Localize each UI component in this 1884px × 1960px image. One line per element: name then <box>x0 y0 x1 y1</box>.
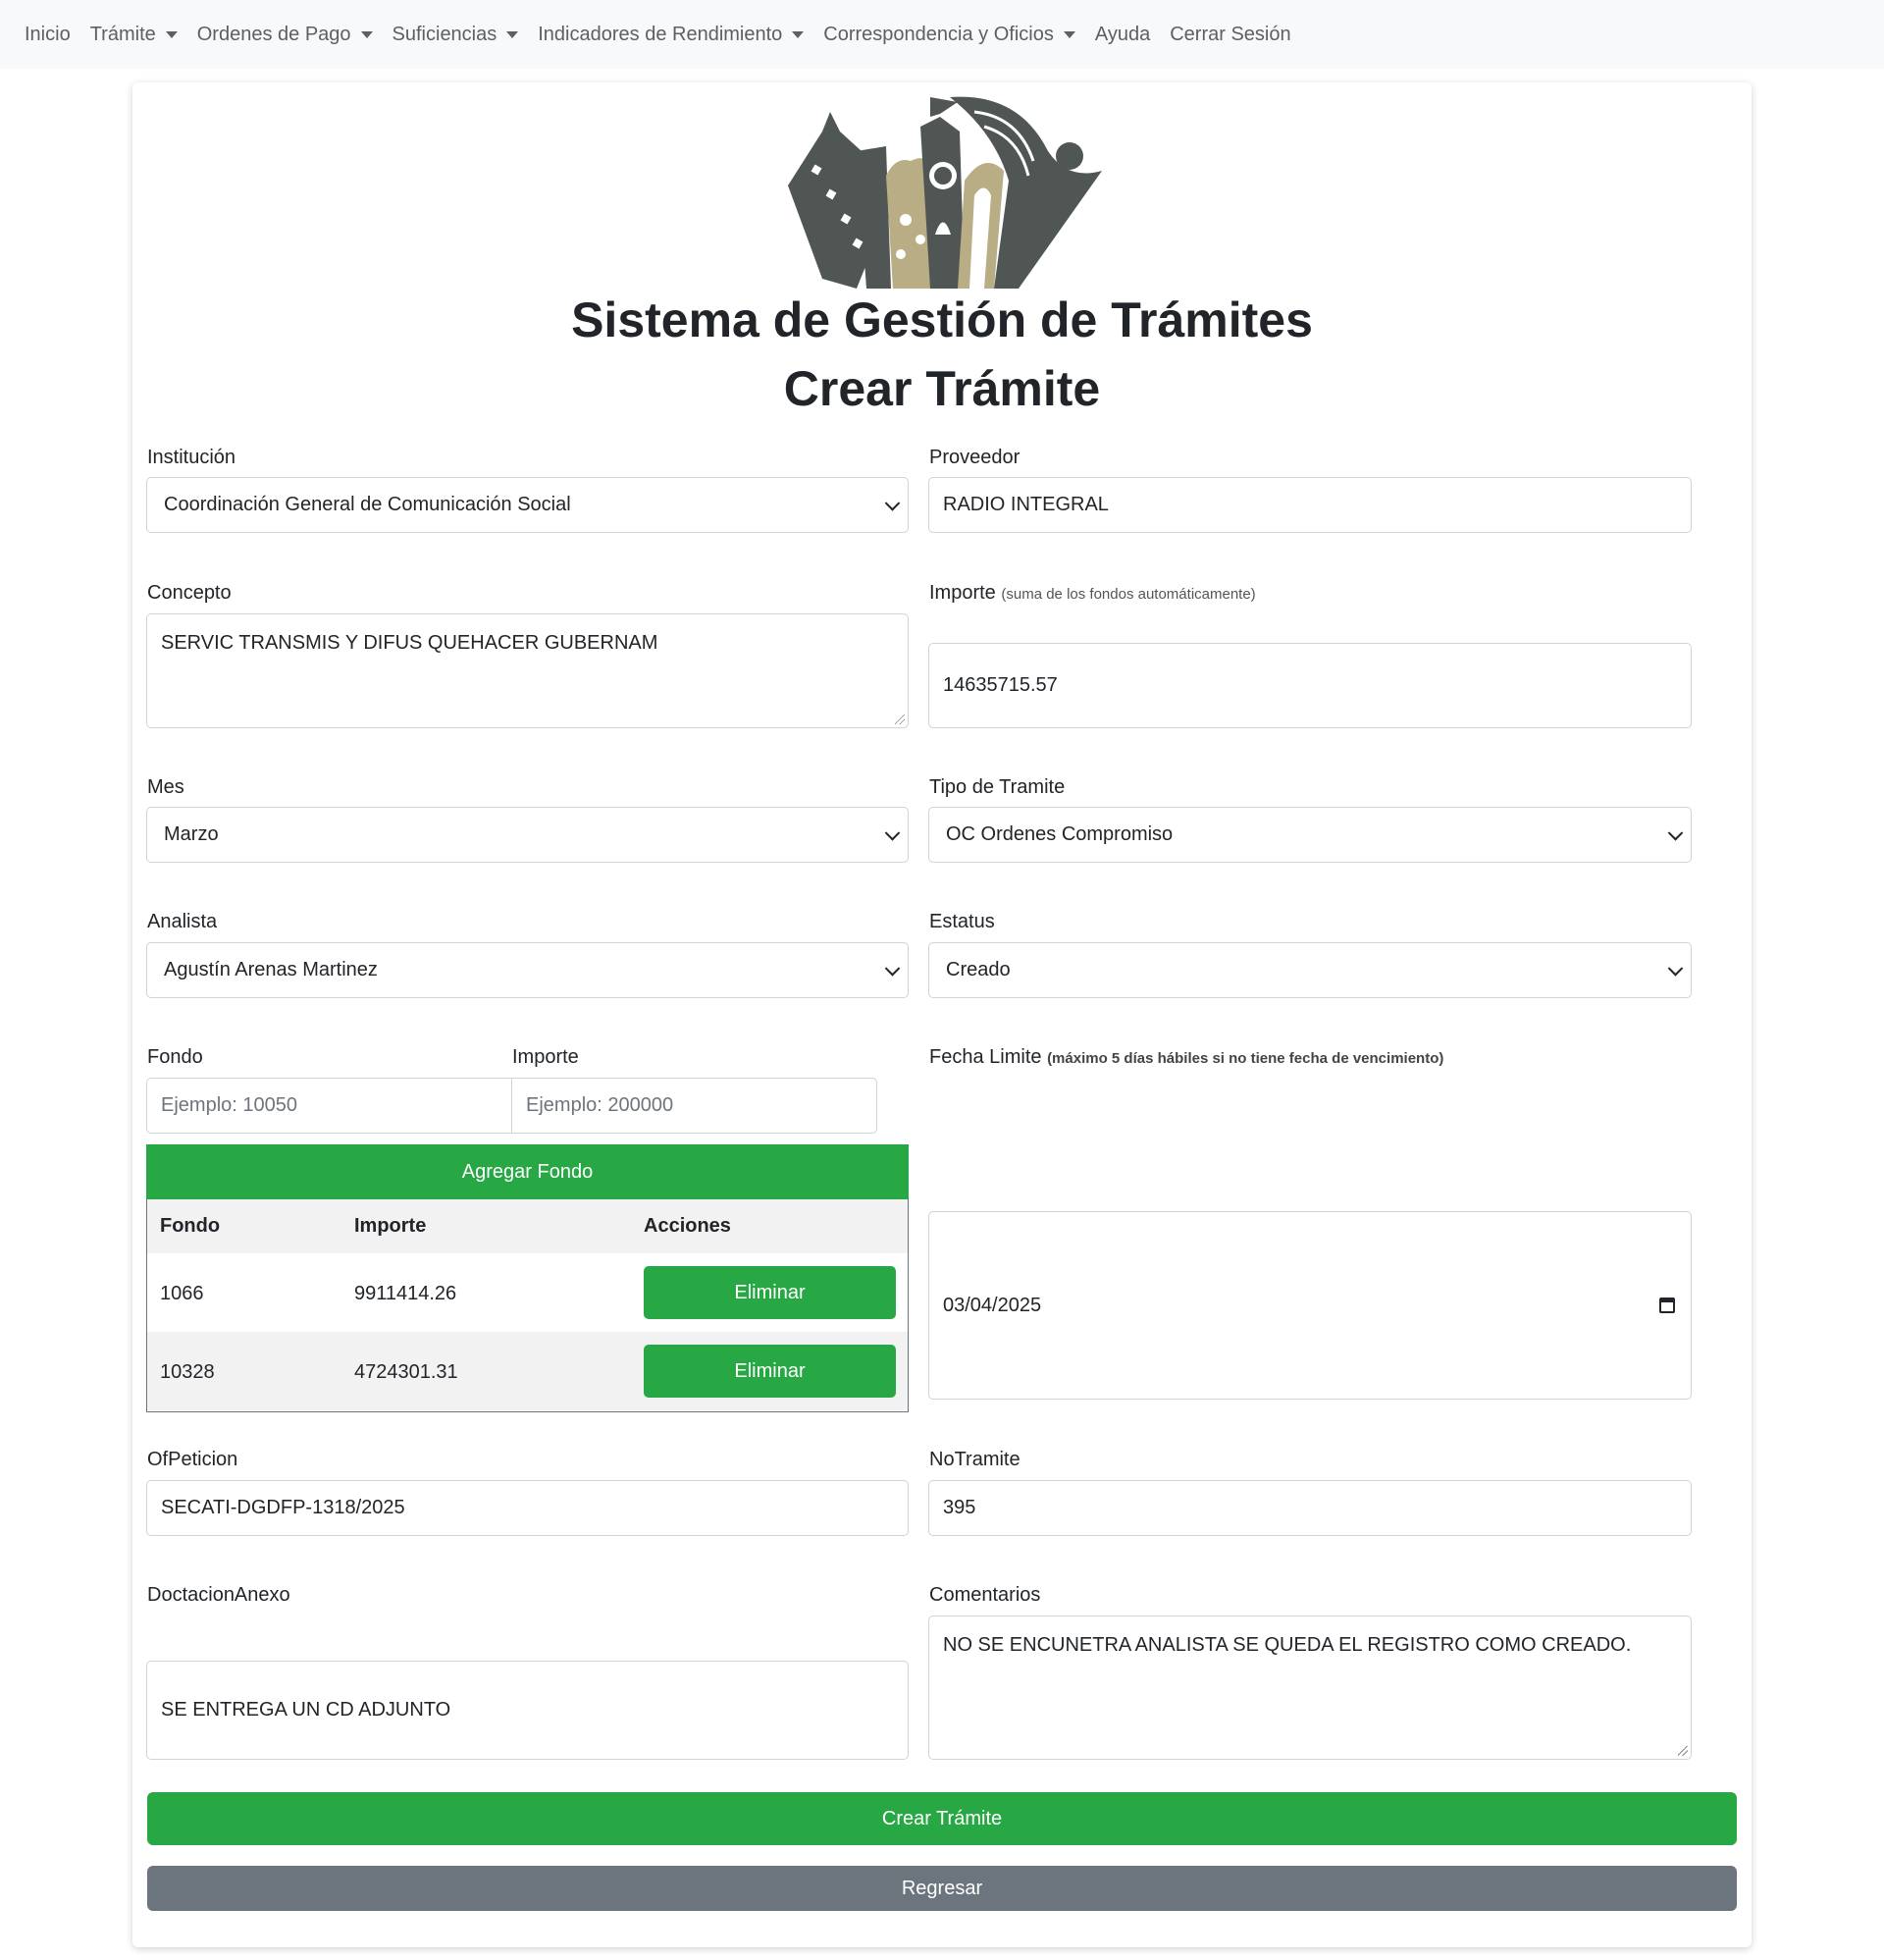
fondos-table: Fondo Importe Acciones 1066 9911414.26 E… <box>146 1199 909 1412</box>
importe-value: 14635715.57 <box>943 674 1058 696</box>
ofpeticion-label: OfPeticion <box>147 1449 238 1470</box>
nav-inicio[interactable]: Inicio <box>0 24 80 46</box>
eliminar-button[interactable]: Eliminar <box>644 1266 896 1319</box>
notramite-label: NoTramite <box>929 1449 1020 1470</box>
chevron-down-icon <box>884 824 901 841</box>
chevron-down-icon <box>1667 824 1684 841</box>
nav-label: Correspondencia y Oficios <box>823 23 1054 45</box>
chevron-down-icon <box>1667 960 1684 977</box>
header-acciones: Acciones <box>644 1215 731 1237</box>
fecha-limite-value: 03/04/2025 <box>943 1294 1042 1316</box>
concepto-value: SERVIC TRANSMIS Y DIFUS QUEHACER GUBERNA… <box>161 632 658 654</box>
analista-label: Analista <box>147 911 218 932</box>
table-row: 10328 4724301.31 Eliminar <box>147 1332 908 1410</box>
notramite-input[interactable]: 395 <box>928 1480 1692 1536</box>
nav-suficiencias[interactable]: Suficiencias <box>383 24 529 46</box>
nav-label: Indicadores de Rendimiento <box>538 23 783 45</box>
page-title: Sistema de Gestión de Trámites <box>571 292 1313 347</box>
header-fondo: Fondo <box>160 1215 221 1237</box>
comentarios-label: Comentarios <box>929 1584 1041 1606</box>
institucion-label: Institución <box>147 447 236 468</box>
chevron-down-icon <box>884 495 901 511</box>
caret-down-icon <box>360 30 373 38</box>
notramite-value: 395 <box>943 1497 976 1518</box>
nav-tramite[interactable]: Trámite <box>80 24 187 46</box>
proveedor-value: RADIO INTEGRAL <box>943 494 1109 515</box>
caret-down-icon <box>1063 30 1075 38</box>
analista-select[interactable]: Agustín Arenas Martinez <box>146 942 909 998</box>
nav-label: Ordenes de Pago <box>196 23 351 45</box>
ofpeticion-input[interactable]: SECATI-DGDFP-1318/2025 <box>146 1480 909 1536</box>
row-fondo: 10328 <box>160 1361 215 1383</box>
doctacion-value: SE ENTREGA UN CD ADJUNTO <box>161 1699 451 1721</box>
ofpeticion-value: SECATI-DGDFP-1318/2025 <box>161 1497 405 1518</box>
regresar-button[interactable]: Regresar <box>147 1866 1737 1911</box>
resize-grip-icon[interactable] <box>1678 1746 1688 1756</box>
doctacion-label: DoctacionAnexo <box>147 1584 290 1606</box>
institution-logo <box>783 92 1102 293</box>
tipo-tramite-label: Tipo de Tramite <box>929 776 1066 798</box>
estatus-select[interactable]: Creado <box>928 942 1692 998</box>
page-subtitle: Crear Trámite <box>783 361 1101 416</box>
estatus-label: Estatus <box>929 911 995 932</box>
analista-value: Agustín Arenas Martinez <box>164 959 378 980</box>
caret-down-icon <box>165 30 178 38</box>
row-importe: 9911414.26 <box>354 1283 457 1304</box>
concepto-textarea[interactable]: SERVIC TRANSMIS Y DIFUS QUEHACER GUBERNA… <box>146 613 909 728</box>
caret-down-icon <box>792 30 805 38</box>
nav-label: Inicio <box>25 23 71 45</box>
mes-label: Mes <box>147 776 184 798</box>
fondo-placeholder: Ejemplo: 10050 <box>161 1094 297 1116</box>
table-row: 1066 9911414.26 Eliminar <box>147 1253 908 1332</box>
calendar-icon[interactable] <box>1659 1298 1675 1313</box>
mes-value: Marzo <box>164 823 219 845</box>
importe-hint: (suma de los fondos automáticamente) <box>1001 586 1256 603</box>
importe-label: Importe (suma de los fondos automáticame… <box>929 582 1256 605</box>
comentarios-textarea[interactable]: NO SE ENCUNETRA ANALISTA SE QUEDA EL REG… <box>928 1616 1692 1760</box>
nav-label: Trámite <box>89 23 156 45</box>
doctacion-input[interactable]: SE ENTREGA UN CD ADJUNTO <box>146 1661 909 1760</box>
eliminar-button[interactable]: Eliminar <box>644 1345 896 1398</box>
fecha-limite-label: Fecha Limite (máximo 5 días hábiles si n… <box>929 1046 1443 1069</box>
chevron-down-icon <box>884 960 901 977</box>
nav-correspondencia[interactable]: Correspondencia y Oficios <box>813 24 1085 46</box>
proveedor-label: Proveedor <box>929 447 1020 468</box>
fondo-label: Fondo <box>147 1046 203 1068</box>
tipo-tramite-value: OC Ordenes Compromiso <box>946 823 1174 845</box>
row-fondo: 1066 <box>160 1283 204 1304</box>
fondo-importe-input[interactable]: Ejemplo: 200000 <box>511 1078 877 1134</box>
resize-grip-icon[interactable] <box>895 715 905 724</box>
importe-input[interactable]: 14635715.57 <box>928 643 1692 728</box>
nav-label: Cerrar Sesión <box>1170 23 1291 45</box>
nav-label: Suficiencias <box>392 23 497 45</box>
header-importe: Importe <box>354 1215 427 1237</box>
nav-indicadores[interactable]: Indicadores de Rendimiento <box>528 24 813 46</box>
fecha-limite-label-text: Fecha Limite <box>929 1046 1042 1068</box>
nav-ordenes-de-pago[interactable]: Ordenes de Pago <box>187 24 383 46</box>
mes-select[interactable]: Marzo <box>146 807 909 863</box>
tipo-tramite-select[interactable]: OC Ordenes Compromiso <box>928 807 1692 863</box>
caret-down-icon <box>506 30 519 38</box>
importe-label-text: Importe <box>929 582 996 604</box>
crear-tramite-button[interactable]: Crear Trámite <box>147 1792 1737 1845</box>
fondo-importe-label: Importe <box>512 1046 579 1068</box>
fecha-limite-input[interactable]: 03/04/2025 <box>928 1211 1692 1400</box>
agregar-fondo-button[interactable]: Agregar Fondo <box>146 1144 909 1199</box>
table-header-row: Fondo Importe Acciones <box>147 1199 908 1253</box>
row-importe: 4724301.31 <box>354 1361 458 1383</box>
nav-label: Ayuda <box>1094 23 1151 45</box>
proveedor-input[interactable]: RADIO INTEGRAL <box>928 477 1692 533</box>
fecha-limite-hint: (máximo 5 días hábiles si no tiene fecha… <box>1047 1050 1444 1067</box>
fondo-importe-placeholder: Ejemplo: 200000 <box>526 1094 674 1116</box>
fondo-input[interactable]: Ejemplo: 10050 <box>146 1078 512 1134</box>
institucion-value: Coordinación General de Comunicación Soc… <box>164 494 571 515</box>
nav-cerrar-sesion[interactable]: Cerrar Sesión <box>1160 24 1300 46</box>
nav-ayuda[interactable]: Ayuda <box>1085 24 1160 46</box>
institucion-select[interactable]: Coordinación General de Comunicación Soc… <box>146 477 909 533</box>
estatus-value: Creado <box>946 959 1011 980</box>
comentarios-value: NO SE ENCUNETRA ANALISTA SE QUEDA EL REG… <box>943 1634 1632 1656</box>
concepto-label: Concepto <box>147 582 232 604</box>
navbar: Inicio Trámite Ordenes de Pago Suficienc… <box>0 0 1884 69</box>
